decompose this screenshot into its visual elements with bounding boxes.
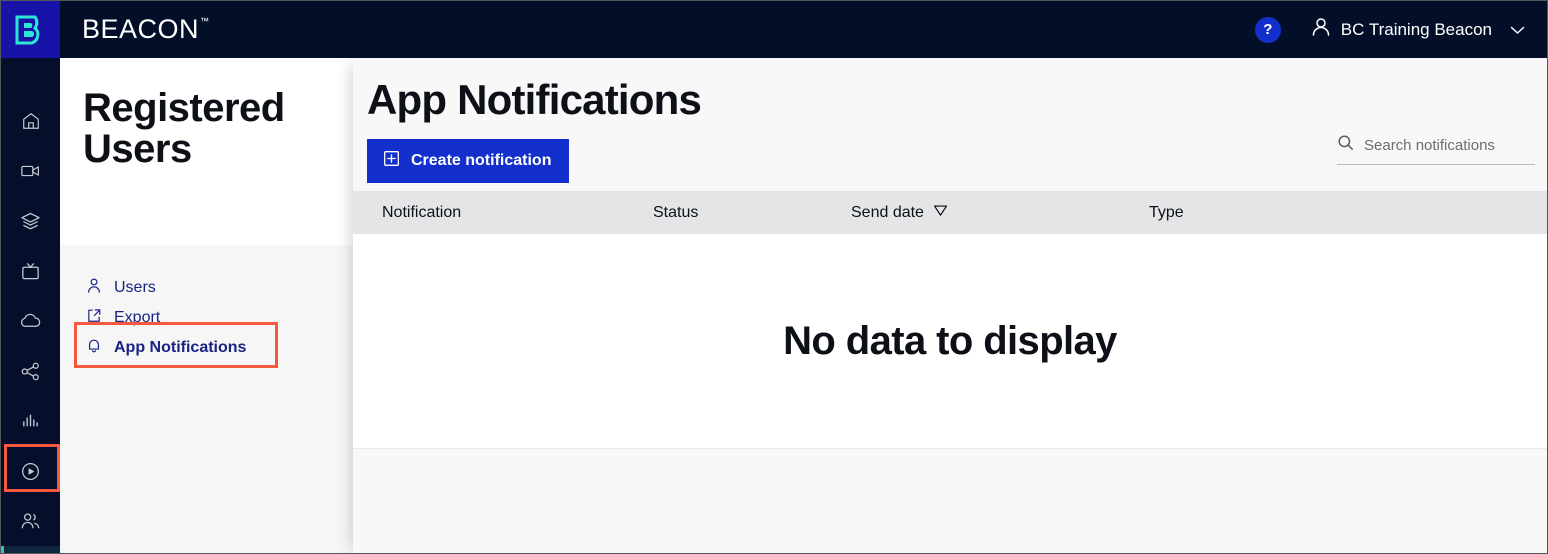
sidebar-item-video[interactable]	[1, 146, 60, 196]
content-header: App Notifications Create notification	[353, 58, 1547, 191]
share-nodes-icon	[20, 361, 41, 382]
main-content: App Notifications Create notification Se…	[353, 58, 1547, 553]
sidebar-item-player[interactable]	[1, 446, 60, 496]
bell-icon	[86, 337, 102, 359]
beacon-b-logo[interactable]	[1, 1, 60, 58]
account-menu[interactable]: BC Training Beacon	[1311, 16, 1525, 43]
play-circle-icon	[20, 461, 41, 482]
person-icon	[86, 277, 102, 299]
home-icon	[21, 111, 41, 131]
table-header-row: Notification Status Send date Type	[353, 191, 1547, 234]
sidebar-item-audience[interactable]	[1, 496, 60, 546]
content-footer	[353, 448, 1547, 553]
brand-text: BEACON	[82, 14, 200, 44]
notifications-card: App Notifications Create notification Se…	[353, 58, 1547, 449]
account-name: BC Training Beacon	[1340, 19, 1492, 39]
plus-square-icon	[383, 150, 400, 172]
sidebar-item-app-notifications[interactable]: App Notifications	[60, 333, 365, 363]
video-camera-icon	[20, 161, 42, 181]
column-header-send-date[interactable]: Send date	[849, 204, 1147, 222]
search-notifications-field[interactable]	[1337, 134, 1535, 165]
sidebar-item-layers[interactable]	[1, 196, 60, 246]
app-window: BEACON™ ? BC Training Beacon Registered …	[0, 0, 1548, 554]
content-title: App Notifications	[367, 76, 702, 123]
sidebar-item-home[interactable]	[1, 96, 60, 146]
tv-icon	[20, 261, 41, 282]
cloud-icon	[19, 312, 42, 330]
search-icon	[1337, 134, 1354, 156]
column-header-status[interactable]: Status	[651, 204, 849, 222]
header-right-group: ? BC Training Beacon	[1254, 16, 1547, 43]
panel-menu: Users Export App Notifications	[60, 245, 365, 553]
column-header-label: Type	[1149, 203, 1184, 221]
users-icon	[19, 511, 42, 531]
sidebar-item-cloud[interactable]	[1, 296, 60, 346]
brand-title: BEACON™	[82, 14, 209, 45]
create-notification-label: Create notification	[411, 152, 552, 169]
export-icon	[86, 307, 102, 329]
column-header-label: Notification	[382, 203, 462, 221]
create-notification-button[interactable]: Create notification	[367, 139, 570, 183]
primary-nav-rail	[1, 58, 60, 553]
sidebar-item-users[interactable]: Users	[60, 273, 365, 303]
sidebar-item-registered-users[interactable]	[1, 546, 60, 553]
empty-state-message: No data to display	[783, 318, 1117, 363]
sidebar-item-label: Users	[114, 279, 156, 296]
top-header-bar: BEACON™ ? BC Training Beacon	[1, 1, 1547, 58]
column-header-label: Send date	[851, 203, 924, 221]
sidebar-item-export[interactable]: Export	[60, 303, 365, 333]
panel-title-area: Registered Users	[60, 58, 365, 245]
sidebar-item-label: App Notifications	[114, 339, 247, 356]
sidebar-item-share[interactable]	[1, 346, 60, 396]
bar-chart-icon	[20, 412, 41, 430]
search-input[interactable]	[1364, 136, 1535, 154]
table-body: No data to display	[353, 234, 1547, 449]
triangle-down-icon[interactable]	[933, 204, 948, 222]
help-button[interactable]: ?	[1254, 16, 1281, 43]
column-header-notification[interactable]: Notification	[353, 204, 651, 222]
chevron-down-icon[interactable]	[1510, 25, 1525, 35]
sidebar-item-label: Export	[114, 309, 161, 326]
sidebar-item-tv[interactable]	[1, 246, 60, 296]
layers-icon	[20, 211, 41, 232]
column-header-type[interactable]: Type	[1147, 204, 1447, 222]
trademark-mark: ™	[200, 16, 210, 26]
sidebar-item-analytics[interactable]	[1, 396, 60, 446]
person-icon	[1311, 16, 1331, 43]
page-title: Registered Users	[83, 86, 285, 171]
secondary-panel: Registered Users Users Export App Notifi…	[60, 58, 365, 553]
help-button-label: ?	[1263, 21, 1273, 38]
column-header-label: Status	[653, 203, 699, 221]
